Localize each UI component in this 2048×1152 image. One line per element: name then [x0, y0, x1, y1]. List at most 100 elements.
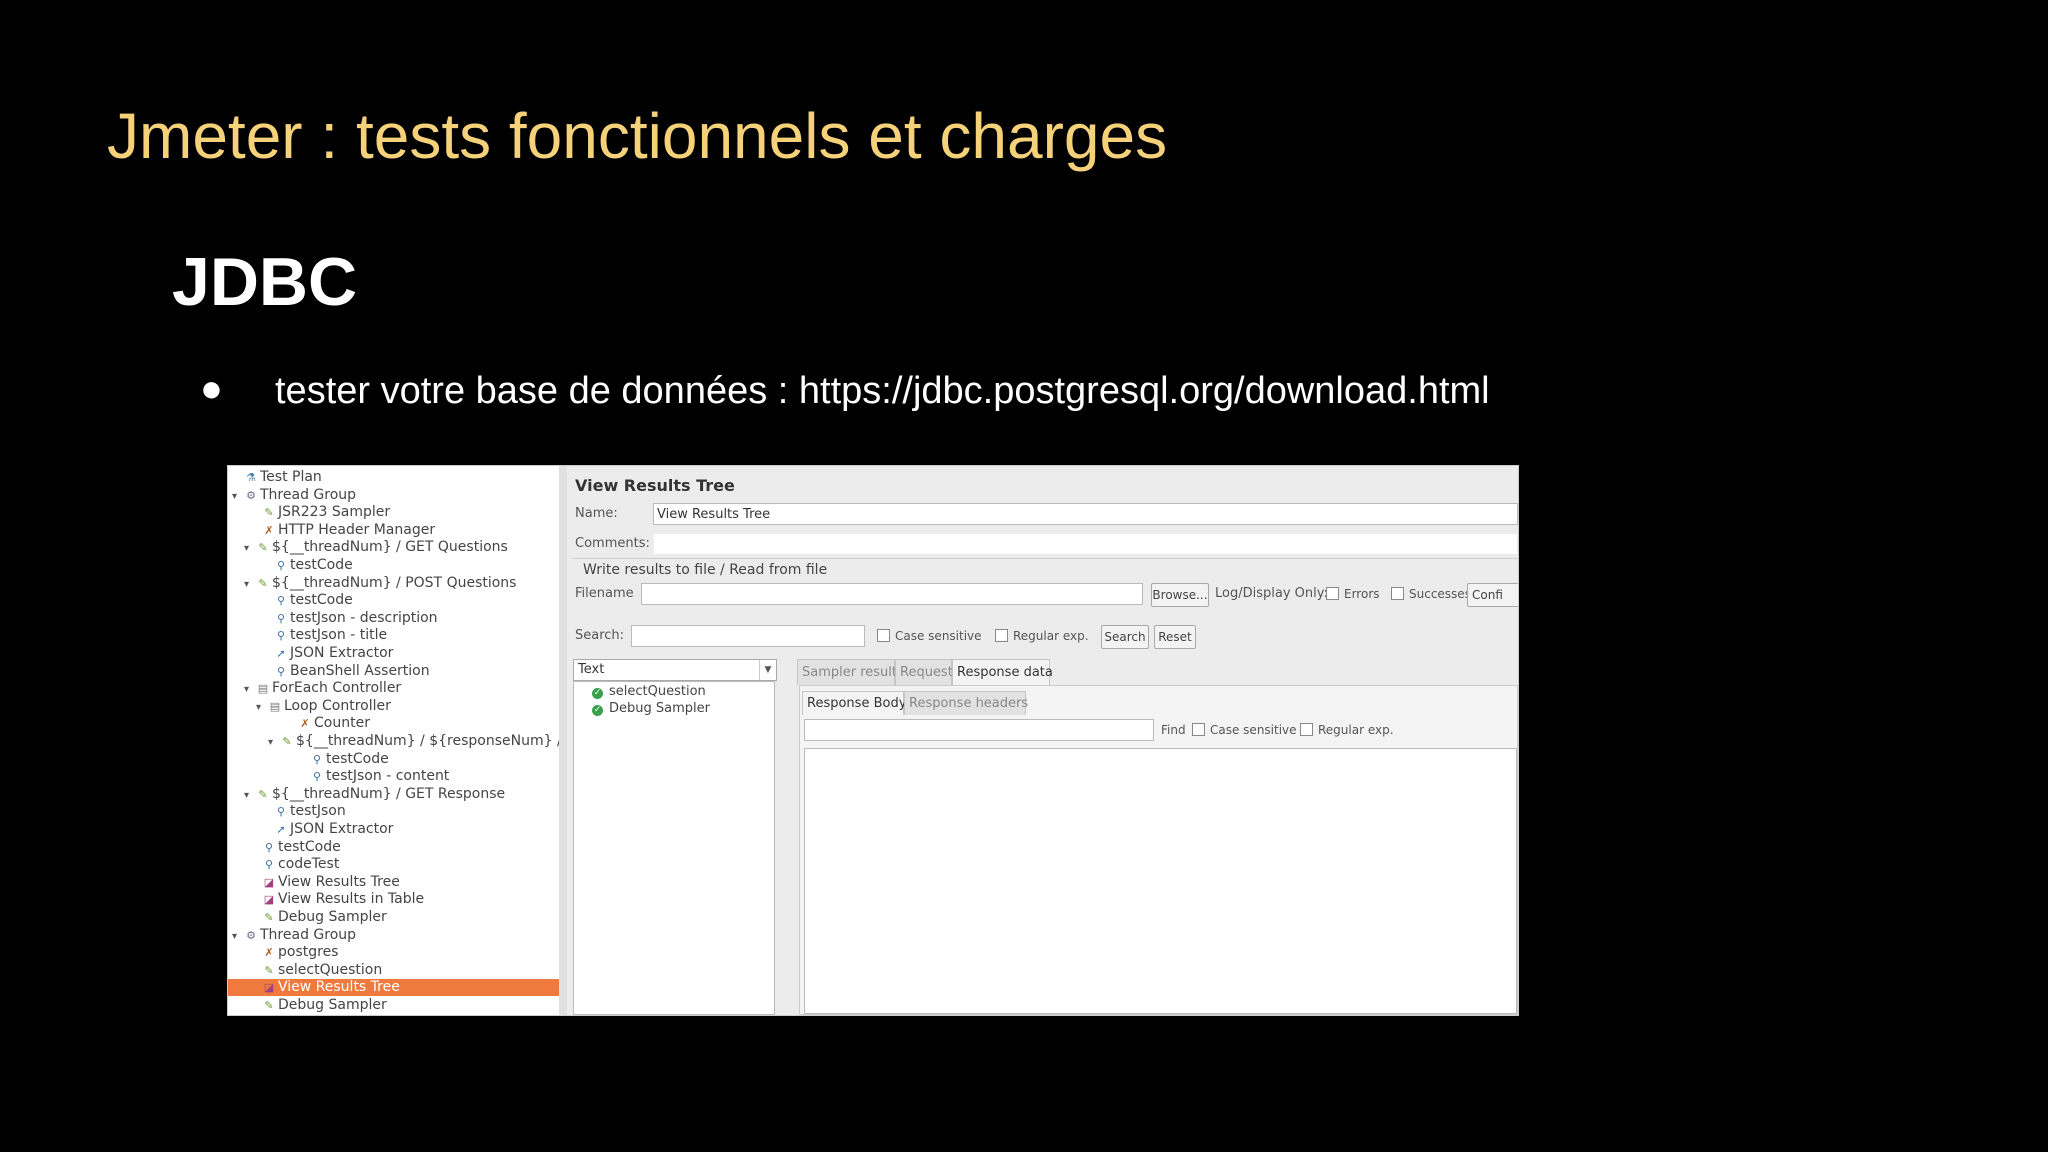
listener-icon: ◪ — [263, 875, 275, 889]
tree-item[interactable]: ✗ postgres — [250, 944, 338, 961]
filename-input[interactable] — [641, 583, 1143, 605]
tree-item[interactable]: ⚲ testCode — [262, 557, 353, 574]
expand-arrow-icon[interactable]: ▾ — [244, 787, 256, 804]
search-input[interactable] — [631, 625, 865, 647]
tree-item[interactable]: ✎ Debug Sampler — [250, 909, 386, 926]
tree-item[interactable]: ▾ ⚙ Thread Group — [232, 487, 356, 504]
find-input[interactable] — [804, 719, 1154, 741]
tree-item[interactable]: ⚲ testJson - title — [262, 627, 387, 644]
regular-exp-checkbox[interactable]: Regular exp. — [995, 629, 1089, 643]
tree-item[interactable]: ⚲ BeanShell Assertion — [262, 663, 430, 680]
tree-item[interactable]: ✗ HTTP Header Manager — [250, 522, 435, 539]
tree-item-label: testCode — [326, 750, 389, 767]
tree-item[interactable]: ▾ ✎ ${__threadNum} / ${responseNum} / P — [268, 733, 575, 750]
test-plan-tree[interactable]: ⚗ Test Plan ▾ ⚙ Thread Group ✎ JSR223 Sampler ✗… — [228, 466, 575, 1015]
tab-request[interactable]: Request — [895, 659, 953, 685]
config-icon: ✗ — [264, 946, 274, 960]
expand-arrow-icon[interactable]: ▾ — [244, 540, 256, 557]
tree-item[interactable]: ➚ JSON Extractor — [262, 645, 393, 662]
tree-item[interactable]: ▾ ✎ ${__threadNum} / POST Questions — [244, 575, 516, 592]
tree-item[interactable]: ▾ ✎ ${__threadNum} / GET Response — [244, 786, 505, 803]
tab-response-body[interactable]: Response Body — [802, 691, 906, 715]
listener-icon: ◪ — [263, 893, 275, 907]
result-item[interactable]: ✓ Debug Sampler — [592, 701, 710, 716]
jmeter-screenshot: ⚗ Test Plan ▾ ⚙ Thread Group ✎ JSR223 Sampler ✗… — [227, 465, 1519, 1016]
tree-item[interactable]: ⚲ testCode — [262, 592, 353, 609]
sampler-icon: ✎ — [258, 541, 268, 555]
tree-item-label: selectQuestion — [278, 961, 383, 978]
browse-button[interactable]: Browse... — [1151, 583, 1209, 607]
bullet-dot: ● — [200, 368, 223, 410]
tree-item[interactable]: ✎ JSR223 Sampler — [250, 504, 390, 521]
search-button[interactable]: Search — [1101, 625, 1149, 649]
tree-item[interactable]: ⚲ testJson - description — [262, 610, 438, 627]
tree-item[interactable]: ▾ ✎ ${__threadNum} / GET Questions — [244, 539, 508, 556]
tree-item-label: View Results in Table — [278, 891, 425, 908]
tree-item-label: HTTP Header Manager — [278, 521, 436, 538]
tree-item[interactable]: ⚲ codeTest — [250, 856, 339, 873]
tab-response-headers[interactable]: Response headers — [904, 691, 1028, 715]
tab-response-data[interactable]: Response data — [952, 659, 1053, 685]
tree-item-label: testJson - title — [290, 627, 388, 644]
filename-label: Filename — [575, 586, 634, 601]
panel-title: View Results Tree — [575, 476, 735, 495]
tree-item[interactable]: ◪ View Results in Table — [250, 891, 424, 908]
pane-splitter[interactable] — [559, 466, 567, 1015]
tree-item[interactable]: ⚲ testJson — [262, 803, 346, 820]
comments-input[interactable] — [653, 533, 1518, 555]
tree-item-label: testJson - content — [326, 768, 450, 785]
expand-arrow-icon[interactable]: ▾ — [244, 576, 256, 593]
tree-item[interactable]: ✎ Debug Sampler — [250, 997, 386, 1014]
assertion-icon: ⚲ — [312, 752, 322, 766]
tree-item[interactable]: ⚲ testJson - content — [298, 768, 449, 785]
response-data-content: Response Body Response headers Find Case… — [799, 685, 1518, 1015]
case-sensitive-checkbox[interactable]: Case sensitive — [877, 629, 982, 643]
renderer-select[interactable]: Text ▼ — [573, 659, 777, 681]
result-item[interactable]: ✓ selectQuestion — [592, 684, 706, 699]
expand-arrow-icon[interactable]: ▾ — [244, 681, 256, 698]
tree-item[interactable]: ➚ JSON Extractor — [262, 821, 393, 838]
tree-item-label: View Results Tree — [278, 979, 400, 996]
tree-item-label: JSON Extractor — [290, 821, 394, 837]
expand-arrow-icon[interactable]: ▾ — [232, 488, 244, 505]
bullet-text: tester votre base de données : https://j… — [275, 370, 1490, 412]
tree-item[interactable]: ◪ View Results Tree — [228, 979, 559, 997]
extractor-icon: ➚ — [276, 823, 286, 836]
assertion-icon: ⚲ — [276, 559, 286, 572]
assertion-icon: ⚲ — [276, 629, 286, 643]
tree-item[interactable]: ⚲ testCode — [298, 751, 389, 768]
assertion-icon: ⚲ — [276, 664, 286, 678]
name-input[interactable]: View Results Tree — [653, 503, 1518, 525]
tree-item-label: testJson — [290, 803, 346, 820]
tree-item-label: BeanShell Assertion — [290, 662, 430, 679]
config-icon: ✗ — [300, 717, 310, 731]
tree-item[interactable]: ✎ selectQuestion — [250, 962, 382, 979]
tree-item[interactable]: ▾ ⚙ Thread Group — [232, 927, 356, 944]
results-list[interactable]: ✓ selectQuestion ✓ Debug Sampler — [573, 681, 775, 1015]
tree-item[interactable]: ⚗ Test Plan — [232, 469, 322, 486]
expand-arrow-icon[interactable]: ▾ — [232, 928, 244, 945]
chevron-down-icon[interactable]: ▼ — [759, 660, 776, 680]
tree-item[interactable]: ⚲ testCode — [250, 839, 341, 856]
controller-icon: ▤ — [257, 682, 269, 696]
tree-item[interactable]: ▾ ▤ Loop Controller — [256, 698, 391, 715]
reset-button[interactable]: Reset — [1154, 625, 1196, 649]
find-regular-exp-checkbox[interactable]: Regular exp. — [1300, 723, 1394, 737]
configure-button[interactable]: Confi — [1467, 583, 1518, 607]
tree-item-label: ${__threadNum} / ${responseNum} / P — [296, 733, 575, 749]
errors-checkbox[interactable]: Errors — [1326, 587, 1380, 601]
tab-sampler-result[interactable]: Sampler result — [797, 659, 897, 685]
tree-item[interactable]: ▾ ▤ ForEach Controller — [244, 680, 401, 697]
renderer-value: Text — [578, 662, 605, 677]
tree-item-label: Thread Group — [260, 486, 357, 503]
assertion-icon: ⚲ — [264, 858, 274, 872]
tree-item[interactable]: ◪ View Results Tree — [250, 874, 400, 891]
assertion-icon: ⚲ — [276, 805, 286, 819]
sampler-icon: ✎ — [282, 735, 292, 748]
expand-arrow-icon[interactable]: ▾ — [268, 734, 280, 751]
successes-checkbox[interactable]: Successes — [1391, 587, 1471, 601]
find-case-sensitive-checkbox[interactable]: Case sensitive — [1192, 723, 1297, 737]
response-body-area[interactable] — [804, 748, 1517, 1014]
expand-arrow-icon[interactable]: ▾ — [256, 699, 268, 716]
tree-item[interactable]: ✗ Counter — [286, 715, 370, 732]
